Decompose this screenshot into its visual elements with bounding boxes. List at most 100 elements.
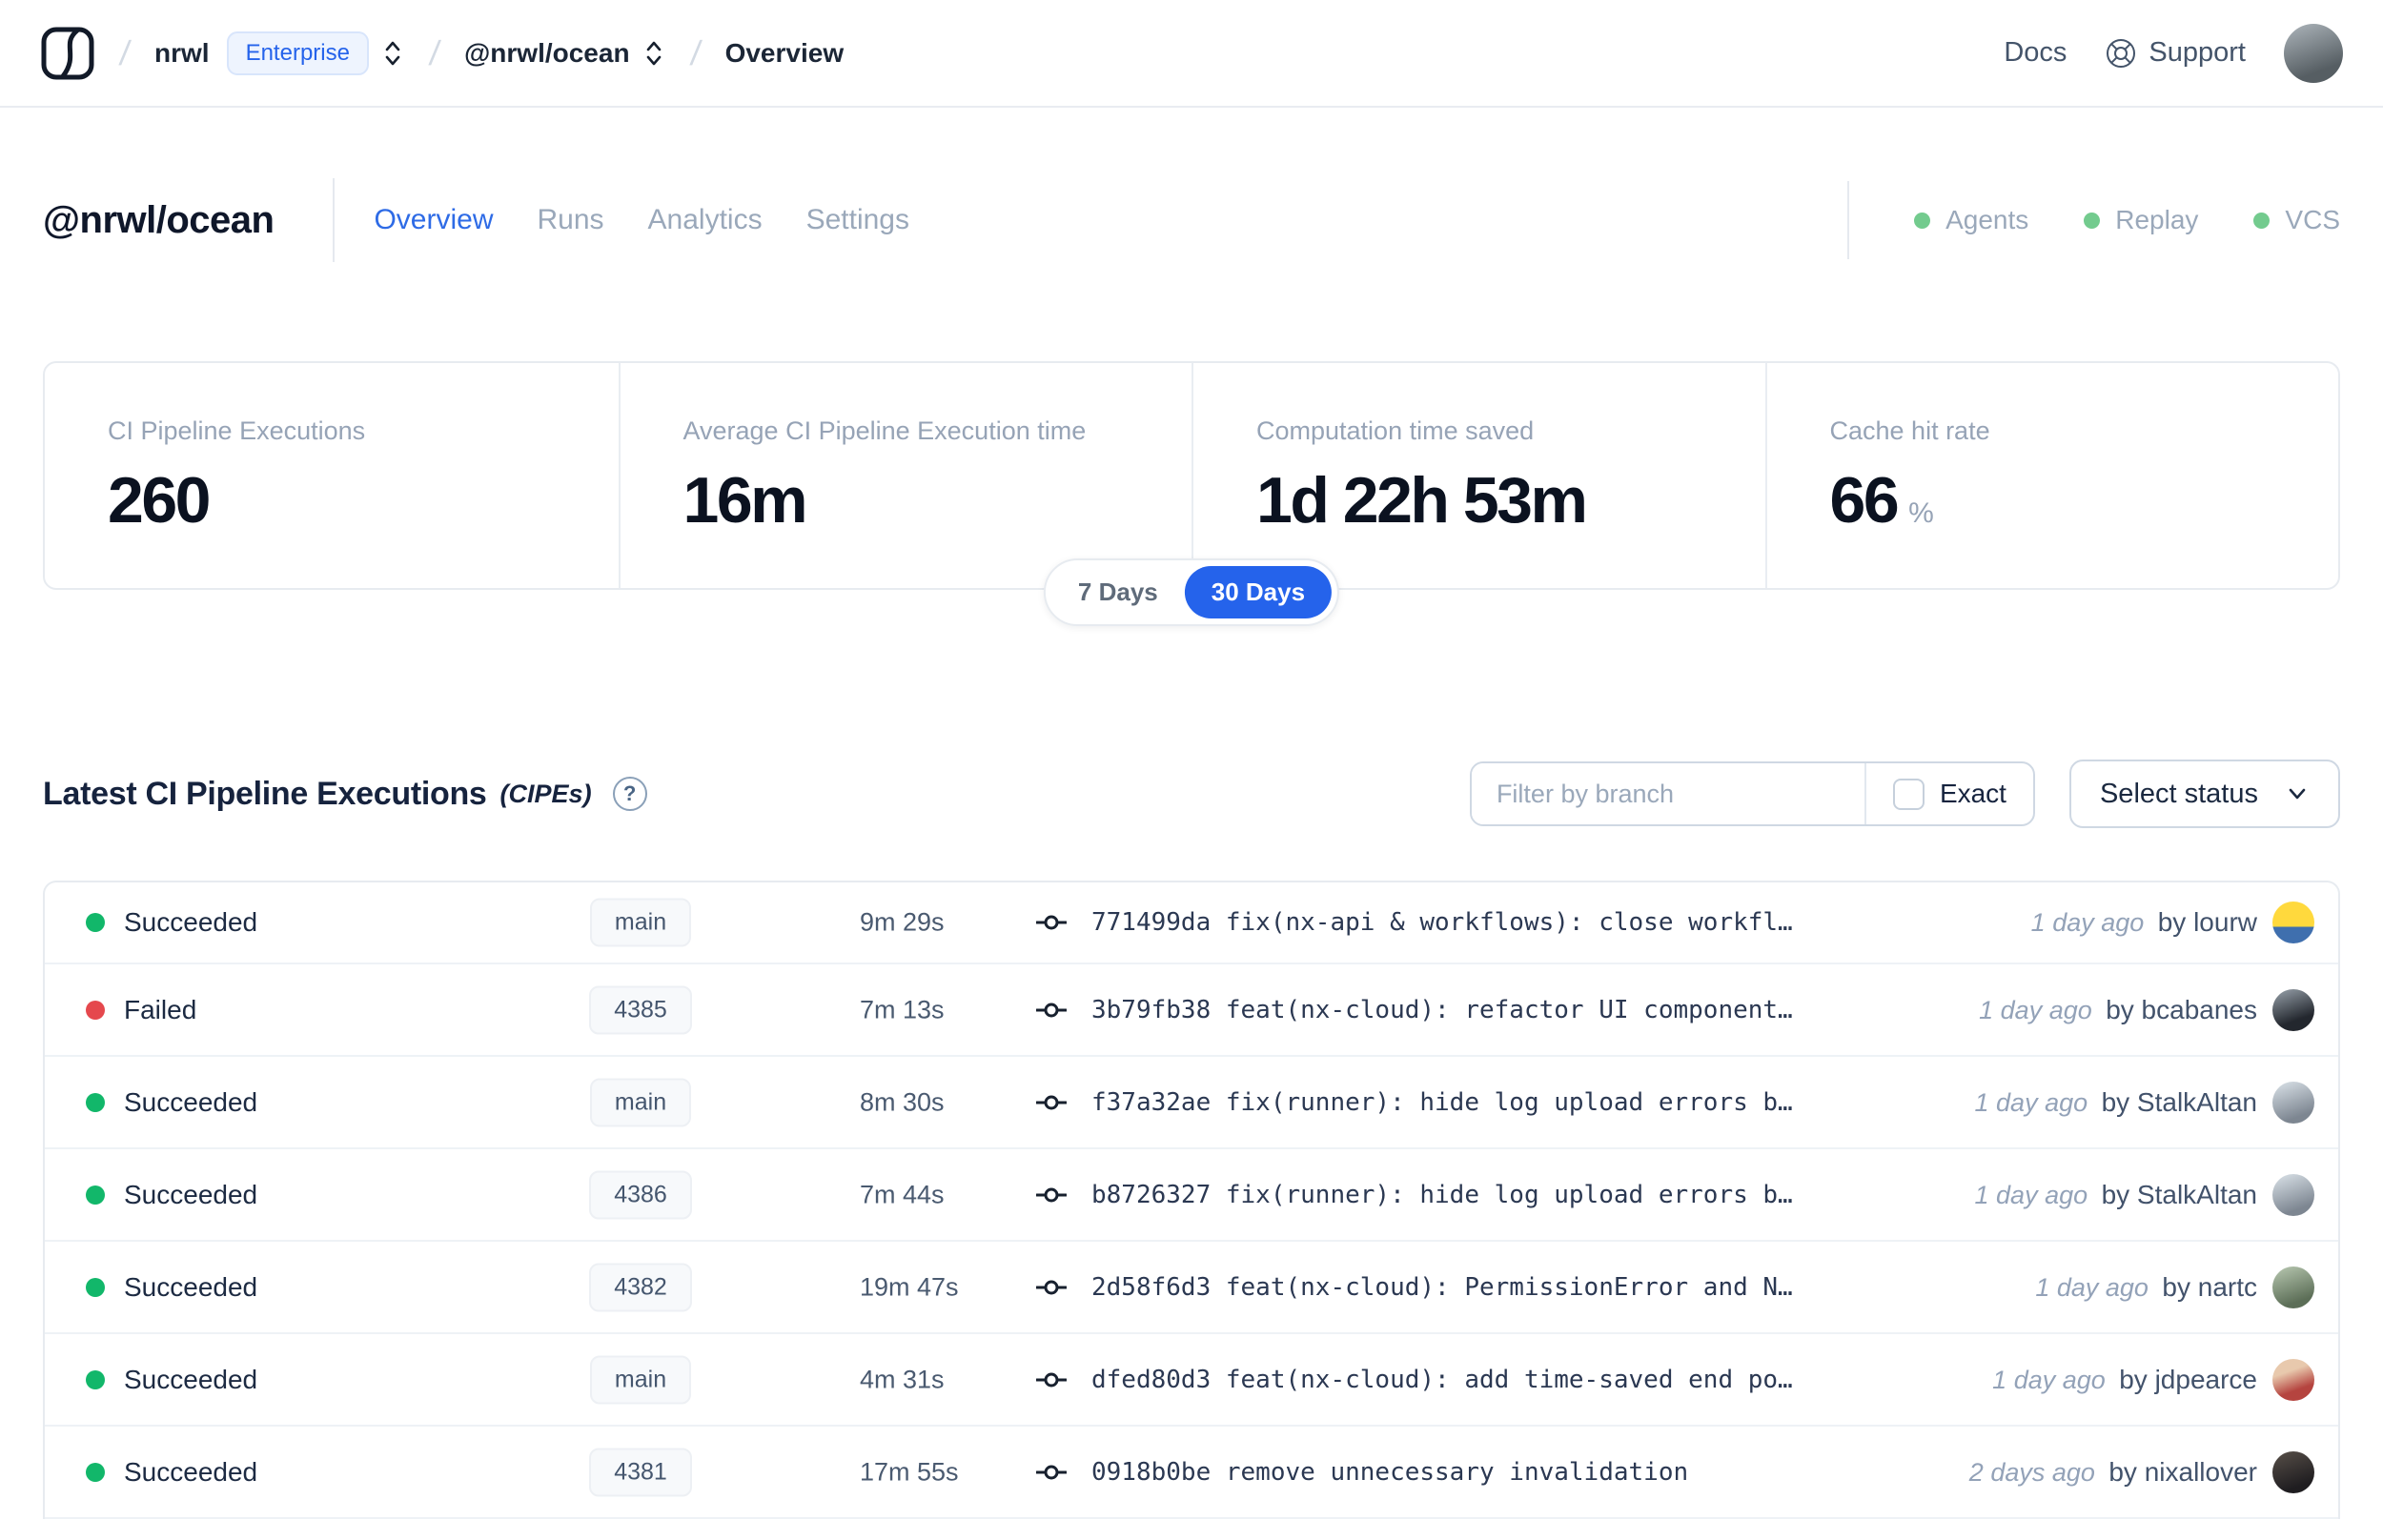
author: by nixallover <box>2108 1456 2257 1487</box>
user-avatar[interactable] <box>2284 23 2343 83</box>
docs-link[interactable]: Docs <box>2004 37 2067 69</box>
life-buoy-icon <box>2107 38 2136 68</box>
status-select-label: Select status <box>2099 778 2258 809</box>
breadcrumb-org[interactable]: nrwl <box>154 38 210 69</box>
workspace-title: @nrwl/ocean <box>43 198 275 241</box>
org-switcher-chevron-up-down-icon[interactable] <box>380 37 405 70</box>
support-link[interactable]: Support <box>2105 37 2246 70</box>
commit-message: 2d58f6d3 feat(nx-cloud): PermissionError… <box>1091 1272 1793 1302</box>
duration: 9m 29s <box>860 907 945 937</box>
indicator-label: VCS <box>2285 205 2340 234</box>
cipes-title-suffix: (CIPEs) <box>499 779 592 808</box>
workspace-switcher-chevron-up-down-icon[interactable] <box>642 37 666 70</box>
breadcrumb-page: Overview <box>724 37 845 68</box>
branch-chip: 4382 <box>589 1263 692 1311</box>
indicator-replay[interactable]: Replay <box>2084 205 2198 235</box>
cipes-heading-row: Latest CI Pipeline Executions (CIPEs) ? … <box>43 760 2340 828</box>
nx-cloud-logo-icon[interactable] <box>40 26 95 81</box>
row-meta: 1 day ago by bcabanes <box>1979 995 2257 1025</box>
stats-cards: CI Pipeline Executions 260 Average CI Pi… <box>43 361 2340 590</box>
enterprise-badge: Enterprise <box>226 30 369 75</box>
git-commit-icon <box>1036 1095 1067 1109</box>
top-navbar: / nrwl Enterprise / @nrwl/ocean / Overvi… <box>0 0 2383 108</box>
stat-label: Average CI Pipeline Execution time <box>682 416 1087 445</box>
branch-filter-group: Exact <box>1469 761 2035 826</box>
author-avatar <box>2272 1266 2314 1308</box>
row-meta: 2 days ago by nixallover <box>1969 1457 2257 1488</box>
cipe-row[interactable]: Failed 4385 7m 13s 3b79fb38 feat(nx-clou… <box>45 964 2338 1057</box>
stat-cache-hit-rate: Cache hit rate 66 % <box>1764 363 2339 588</box>
cipes-table: Succeeded main 9m 29s 771499da fix(nx-ap… <box>43 881 2340 1519</box>
cipe-row[interactable]: Succeeded 4382 19m 47s 2d58f6d3 feat(nx-… <box>45 1242 2338 1334</box>
status-dot-icon <box>86 1185 105 1205</box>
branch-chip: 4381 <box>589 1448 692 1496</box>
status-dot-icon <box>86 913 105 932</box>
stat-value: 16m <box>682 464 808 537</box>
stat-value-suffix: % <box>1908 497 1934 529</box>
tab-overview[interactable]: Overview <box>352 191 515 250</box>
commit-message: dfed80d3 feat(nx-cloud): add time-saved … <box>1091 1365 1793 1394</box>
row-meta: 1 day ago by StalkAltan <box>1975 1087 2257 1118</box>
status-dot-icon <box>86 1277 105 1297</box>
tab-analytics[interactable]: Analytics <box>626 191 784 250</box>
git-commit-icon <box>1036 1465 1067 1479</box>
author: by StalkAltan <box>2101 1086 2257 1117</box>
service-indicators: Agents Replay VCS <box>1847 181 2340 259</box>
time-ago: 1 day ago <box>1992 1365 2106 1394</box>
status-select-button[interactable]: Select status <box>2068 760 2340 828</box>
status-label: Succeeded <box>124 1364 258 1394</box>
duration: 4m 31s <box>860 1365 945 1393</box>
commit-message: f37a32ae fix(runner): hide log upload er… <box>1091 1087 1793 1117</box>
commit-message: 3b79fb38 feat(nx-cloud): refactor UI com… <box>1091 995 1793 1024</box>
cipe-row[interactable]: Succeeded main 8m 30s f37a32ae fix(runne… <box>45 1057 2338 1149</box>
green-status-dot-icon <box>2253 212 2271 229</box>
range-option-7-days[interactable]: 7 Days <box>1051 566 1185 618</box>
cipes-filters: Exact Select status <box>1469 760 2340 828</box>
stat-average-execution-time: Average CI Pipeline Execution time 16m <box>618 363 1192 588</box>
branch-chip: main <box>589 898 692 947</box>
help-question-circle-icon[interactable]: ? <box>612 777 647 811</box>
workspace-tabs: Overview Runs Analytics Settings <box>352 191 931 250</box>
author-avatar <box>2272 1173 2314 1216</box>
row-meta: 1 day ago by StalkAltan <box>1975 1180 2257 1210</box>
git-commit-icon <box>1036 915 1067 930</box>
status-label: Failed <box>124 994 197 1024</box>
branch-chip: 4386 <box>589 1170 692 1219</box>
branch-filter-input[interactable] <box>1471 763 1864 824</box>
row-meta: 1 day ago by lourw <box>2031 907 2257 938</box>
tab-settings[interactable]: Settings <box>784 191 931 250</box>
commit-message: 0918b0be remove unnecessary invalidation <box>1091 1457 1689 1487</box>
range-option-30-days[interactable]: 30 Days <box>1184 566 1333 618</box>
support-label: Support <box>2149 37 2246 68</box>
git-commit-icon <box>1036 1372 1067 1387</box>
author-avatar <box>2272 902 2314 943</box>
status-dot-icon <box>86 1369 105 1389</box>
author: by lourw <box>2157 907 2257 937</box>
exact-filter-toggle[interactable]: Exact <box>1864 763 2033 824</box>
breadcrumb-workspace[interactable]: @nrwl/ocean <box>464 38 630 69</box>
breadcrumb: / nrwl Enterprise / @nrwl/ocean / Overvi… <box>40 26 844 81</box>
author: by nartc <box>2162 1271 2257 1302</box>
tab-runs[interactable]: Runs <box>515 191 625 250</box>
indicator-agents[interactable]: Agents <box>1914 205 2028 235</box>
commit-message: b8726327 fix(runner): hide log upload er… <box>1091 1180 1793 1209</box>
green-status-dot-icon <box>1914 212 1931 229</box>
time-ago: 1 day ago <box>1974 1180 2088 1209</box>
duration: 19m 47s <box>860 1272 959 1301</box>
time-ago: 2 days ago <box>1968 1457 2095 1487</box>
cipe-row[interactable]: Succeeded 4381 17m 55s 0918b0be remove u… <box>45 1427 2338 1519</box>
cipe-row[interactable]: Succeeded main 9m 29s 771499da fix(nx-ap… <box>45 882 2338 964</box>
author: by bcabanes <box>2106 994 2257 1024</box>
exact-checkbox[interactable] <box>1892 778 1925 810</box>
cipe-row[interactable]: Succeeded 4386 7m 44s b8726327 fix(runne… <box>45 1149 2338 1242</box>
indicator-vcs[interactable]: VCS <box>2253 205 2340 235</box>
navbar-actions: Docs Support <box>2004 23 2343 83</box>
git-commit-icon <box>1036 1003 1067 1017</box>
stat-label: Cache hit rate <box>1829 416 1990 445</box>
cipe-row[interactable]: Succeeded main 4m 31s dfed80d3 feat(nx-c… <box>45 1334 2338 1427</box>
status-label: Succeeded <box>124 1271 258 1302</box>
indicator-label: Replay <box>2115 205 2199 234</box>
time-ago: 1 day ago <box>2035 1272 2149 1302</box>
breadcrumb-separator: / <box>687 32 703 72</box>
chevron-down-icon <box>2289 788 2306 800</box>
